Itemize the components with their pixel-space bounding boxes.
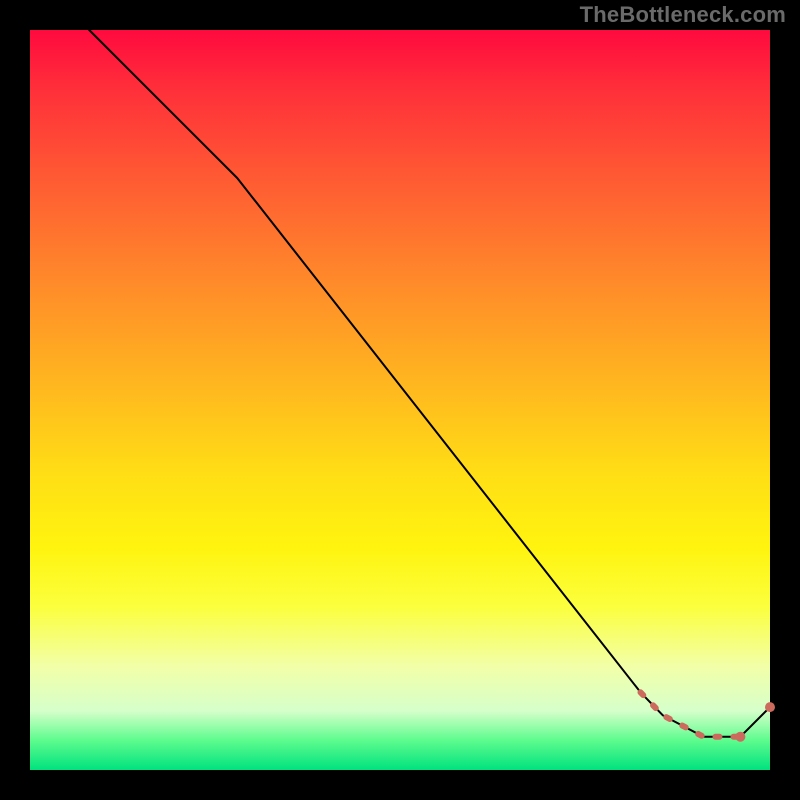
chart-lines-overlay xyxy=(30,30,770,770)
data-point xyxy=(765,702,775,712)
chart-frame: TheBottleneck.com xyxy=(0,0,800,800)
solid-curve-path xyxy=(89,30,770,737)
watermark-text: TheBottleneck.com xyxy=(580,2,786,28)
data-point xyxy=(735,732,745,742)
